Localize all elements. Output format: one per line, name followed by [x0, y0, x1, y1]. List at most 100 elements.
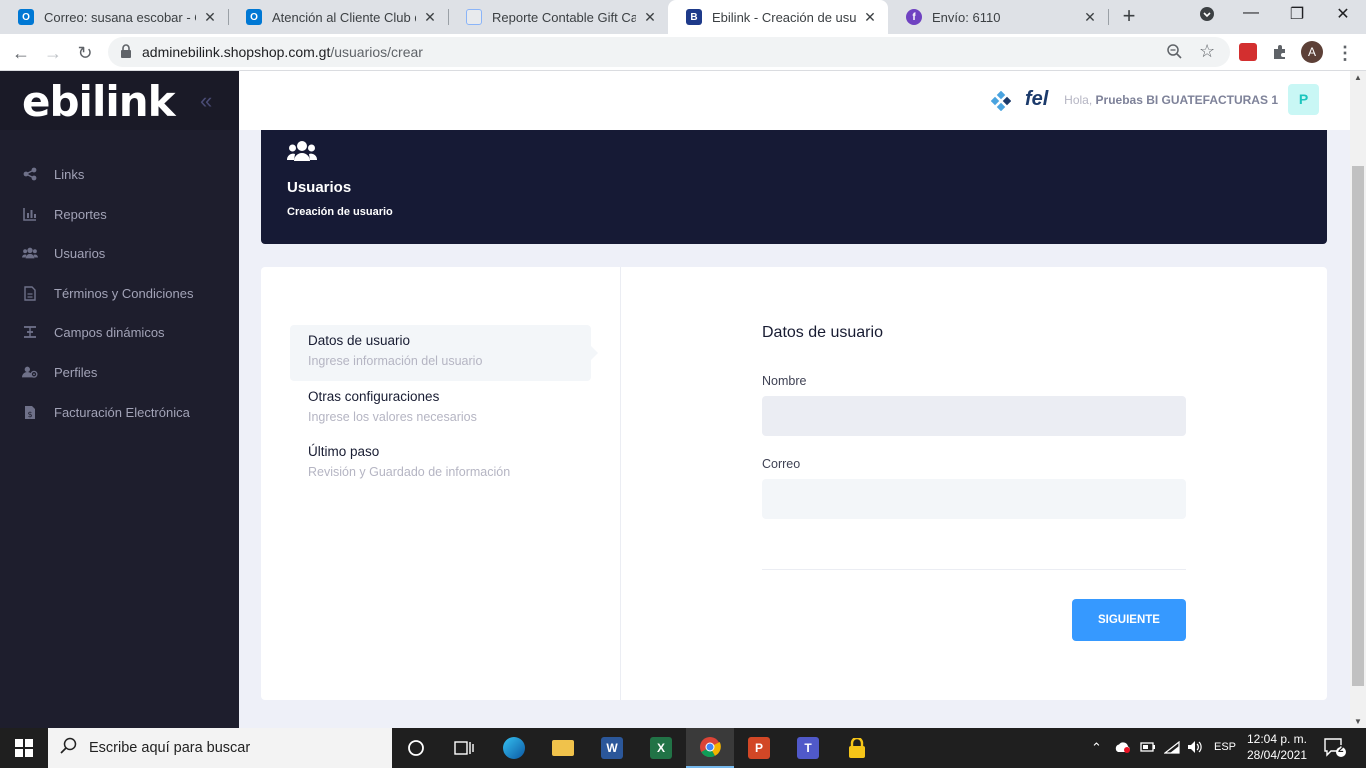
browser-tab-reporte[interactable]: Reporte Contable Gift Cards - ✕ [448, 0, 668, 34]
document-icon [466, 9, 482, 25]
taskbar-search[interactable]: Escribe aquí para buscar [48, 728, 392, 768]
sidebar-item-reportes[interactable]: Reportes [0, 199, 239, 229]
teams-icon: T [797, 737, 819, 759]
sidebar-item-label: Campos dinámicos [54, 324, 165, 340]
lock-icon [121, 44, 131, 58]
windows-icon [15, 739, 33, 757]
taskbar-excel[interactable]: X [637, 728, 685, 768]
tab-title: Ebilink - Creación de usuario [712, 9, 856, 25]
user-avatar[interactable]: P [1288, 84, 1319, 115]
notification-center[interactable]: 2 [1324, 738, 1346, 761]
sidebar-item-facturacion[interactable]: $ Facturación Electrónica [0, 397, 239, 427]
chevron-up-icon[interactable]: ⌃ [1091, 740, 1102, 756]
tab-title: Atención al Cliente Club de C [272, 9, 416, 25]
close-icon[interactable]: ✕ [422, 9, 438, 26]
step-title: Datos de usuario [308, 333, 411, 348]
forward-arrow-icon[interactable]: → [40, 40, 66, 66]
form-divider [762, 569, 1186, 570]
page-subtitle: Creación de usuario [287, 206, 393, 218]
sidebar-item-label: Links [54, 166, 85, 182]
sidebar-item-usuarios[interactable]: Usuarios [0, 238, 239, 268]
user-greeting[interactable]: Hola, Pruebas BI GUATEFACTURAS 1 [1064, 93, 1278, 107]
sidebar-item-label: Perfiles [54, 364, 98, 380]
wizard-step-datos[interactable]: Datos de usuario Ingrese información del… [290, 325, 598, 381]
tab-title: Reporte Contable Gift Cards - [492, 9, 636, 25]
email-input[interactable] [762, 479, 1186, 519]
taskbar-powerpoint[interactable]: P [735, 728, 783, 768]
zoom-icon[interactable] [1167, 44, 1182, 63]
minimize-icon[interactable]: — [1236, 4, 1266, 22]
users-icon [22, 245, 38, 261]
sidebar-item-perfiles[interactable]: Perfiles [0, 357, 239, 387]
sidebar-item-links[interactable]: Links [0, 159, 239, 189]
bookmark-star-icon[interactable]: ☆ [1199, 41, 1215, 62]
volume-icon[interactable] [1187, 740, 1203, 757]
task-view-button[interactable] [440, 728, 488, 768]
close-icon[interactable]: ✕ [1082, 9, 1098, 26]
browser-tab-envio[interactable]: f Envío: 6110 ✕ [888, 0, 1108, 34]
form-title: Datos de usuario [762, 324, 883, 341]
close-icon[interactable]: ✕ [202, 9, 218, 26]
tab-title: Correo: susana escobar - Out [44, 9, 196, 25]
taskbar-teams[interactable]: T [784, 728, 832, 768]
back-arrow-icon[interactable]: ← [8, 40, 34, 66]
cortana-button[interactable] [392, 728, 440, 768]
browser-tab-ebilink[interactable]: B Ebilink - Creación de usuario ✕ [668, 0, 888, 34]
taskbar-clock[interactable]: 12:04 p. m. 28/04/2021 [1236, 731, 1318, 763]
taskbar-edge[interactable] [490, 728, 538, 768]
email-label: Correo [762, 457, 801, 471]
name-input[interactable] [762, 396, 1186, 436]
wizard-card: Datos de usuario Ingrese información del… [261, 267, 1327, 700]
powerpoint-icon: P [748, 737, 770, 759]
puzzle-extensions-icon[interactable] [1271, 43, 1289, 61]
fel-logo: fel [1025, 88, 1049, 110]
chrome-menu-icon[interactable]: ⋮ [1332, 40, 1358, 66]
invoice-icon: $ [22, 404, 38, 420]
new-tab-button[interactable]: + [1117, 5, 1141, 29]
windows-start-button[interactable] [0, 728, 48, 768]
restore-icon[interactable]: ❐ [1282, 4, 1312, 24]
scrollbar-thumb[interactable] [1352, 166, 1364, 686]
page-scrollbar[interactable]: ▲ ▼ [1350, 71, 1366, 728]
taskbar-lock-app[interactable] [833, 728, 881, 768]
taskbar-chrome[interactable] [686, 728, 734, 768]
brand-area: ebilink « [0, 71, 239, 130]
sidebar-item-terminos[interactable]: Términos y Condiciones [0, 278, 239, 308]
ebilink-favicon-icon: B [686, 9, 702, 25]
collapse-sidebar-icon[interactable]: « [200, 88, 212, 114]
reload-icon[interactable]: ↻ [72, 40, 98, 66]
scroll-down-icon[interactable]: ▼ [1350, 717, 1366, 726]
battery-icon[interactable] [1140, 741, 1156, 756]
step-title: Otras configuraciones [308, 389, 440, 404]
window-close-icon[interactable]: ✕ [1328, 4, 1358, 24]
next-button[interactable]: SIGUIENTE [1072, 599, 1186, 641]
browser-tab-atencion[interactable]: O Atención al Cliente Club de C ✕ [228, 0, 448, 34]
excel-icon: X [650, 737, 672, 759]
profile-avatar[interactable]: A [1301, 41, 1323, 63]
wifi-icon[interactable] [1163, 740, 1180, 757]
ebilink-logo[interactable]: ebilink [22, 77, 176, 126]
sidebar-item-campos[interactable]: Campos dinámicos [0, 317, 239, 347]
url-text: adminebilink.shopshop.com.gt/usuarios/cr… [142, 44, 423, 60]
tab-search-icon[interactable] [1192, 6, 1222, 27]
wizard-step-ultimo[interactable]: Último paso Revisión y Guardado de infor… [290, 436, 591, 492]
scroll-up-icon[interactable]: ▲ [1350, 73, 1366, 82]
close-icon[interactable]: ✕ [642, 9, 658, 26]
language-indicator[interactable]: ESP [1214, 741, 1236, 753]
taskbar-file-explorer[interactable] [539, 728, 587, 768]
pdf-extension-icon[interactable] [1239, 43, 1257, 61]
clock-time: 12:04 p. m. [1246, 732, 1308, 746]
clock-date: 28/04/2021 [1246, 748, 1308, 762]
sidebar-item-label: Usuarios [54, 245, 106, 261]
onedrive-icon[interactable] [1114, 741, 1132, 756]
close-icon[interactable]: ✕ [862, 9, 878, 26]
browser-tab-strip: O Correo: susana escobar - Out ✕ O Atenc… [0, 0, 1366, 34]
wizard-step-otras[interactable]: Otras configuraciones Ingrese los valore… [290, 381, 591, 437]
taskbar-word[interactable]: W [588, 728, 636, 768]
folder-icon [552, 740, 574, 756]
address-bar[interactable]: adminebilink.shopshop.com.gt/usuarios/cr… [108, 37, 1230, 67]
wizard-steps: Datos de usuario Ingrese información del… [261, 267, 621, 700]
align-icon [22, 324, 38, 340]
sidebar: ebilink « Links Reportes Usuarios Términ… [0, 71, 239, 728]
browser-tab-outlook-mail[interactable]: O Correo: susana escobar - Out ✕ [0, 0, 228, 34]
